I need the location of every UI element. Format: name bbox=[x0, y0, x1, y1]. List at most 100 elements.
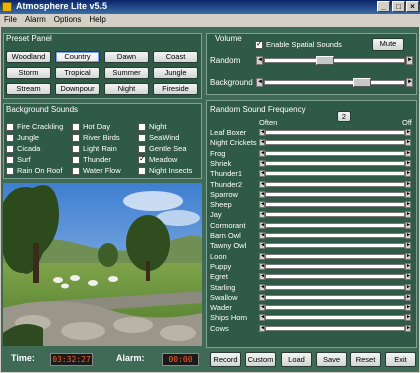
freq-track[interactable] bbox=[265, 294, 405, 300]
random-volume-thumb[interactable] bbox=[316, 56, 334, 65]
freq-track[interactable] bbox=[265, 274, 405, 280]
preset-button-jungle[interactable]: Jungle bbox=[153, 67, 198, 79]
freq-right-arrow[interactable]: ► bbox=[405, 314, 411, 322]
preset-button-stream[interactable]: Stream bbox=[6, 83, 51, 95]
checkbox-box[interactable] bbox=[138, 122, 146, 131]
bg-sound-night[interactable]: Night bbox=[138, 122, 167, 131]
checkbox-box[interactable] bbox=[6, 133, 14, 142]
minimize-button[interactable]: _ bbox=[377, 1, 390, 12]
freq-track[interactable] bbox=[265, 305, 405, 311]
exit-button[interactable]: Exit bbox=[385, 352, 416, 367]
bg-sound-seawind[interactable]: SeaWind bbox=[138, 133, 179, 142]
bg-sound-rain-on-roof[interactable]: Rain On Roof bbox=[6, 166, 62, 175]
background-volume-thumb[interactable] bbox=[353, 78, 371, 87]
background-volume-right-arrow[interactable]: ► bbox=[406, 78, 413, 87]
freq-track[interactable] bbox=[265, 233, 405, 238]
frequency-counter[interactable]: 2 bbox=[337, 111, 351, 122]
freq-right-arrow[interactable]: ► bbox=[405, 201, 411, 209]
preset-button-woodland[interactable]: Woodland bbox=[6, 51, 51, 63]
freq-right-arrow[interactable]: ► bbox=[405, 180, 411, 188]
freq-right-arrow[interactable]: ► bbox=[405, 139, 411, 147]
freq-track[interactable] bbox=[265, 212, 405, 218]
preset-button-dawn[interactable]: Dawn bbox=[104, 51, 149, 63]
preset-button-country[interactable]: Country bbox=[55, 51, 100, 63]
checkbox-box[interactable] bbox=[138, 133, 146, 142]
menu-options[interactable]: Options bbox=[50, 14, 86, 25]
bg-sound-river-birds[interactable]: River Birds bbox=[72, 133, 120, 142]
bg-sound-hot-day[interactable]: Hot Day bbox=[72, 122, 110, 131]
reset-button[interactable]: Reset bbox=[350, 352, 381, 367]
bg-sound-cicada[interactable]: Cicada bbox=[6, 144, 40, 153]
freq-track[interactable] bbox=[265, 202, 405, 208]
bg-sound-night-insects[interactable]: Night Insects bbox=[138, 166, 192, 175]
preset-button-tropical[interactable]: Tropical bbox=[55, 67, 100, 79]
bg-sound-meadow[interactable]: Meadow bbox=[138, 154, 177, 164]
spatial-sounds-checkbox[interactable]: Enable Spatial Sounds bbox=[255, 39, 342, 49]
freq-right-arrow[interactable]: ► bbox=[405, 273, 411, 281]
bg-sound-thunder[interactable]: Thunder bbox=[72, 155, 111, 164]
preset-button-coast[interactable]: Coast bbox=[153, 51, 198, 63]
alarm-display[interactable]: 00:00 bbox=[162, 353, 199, 366]
bg-sound-gentle-sea[interactable]: Gentle Sea bbox=[138, 144, 187, 153]
mute-button[interactable]: Mute bbox=[372, 38, 404, 51]
menu-help[interactable]: Help bbox=[85, 14, 109, 25]
checkbox-box[interactable] bbox=[6, 122, 14, 131]
checkbox-box[interactable] bbox=[72, 133, 80, 142]
checkbox-box[interactable] bbox=[72, 122, 80, 131]
freq-right-arrow[interactable]: ► bbox=[405, 129, 411, 136]
checkbox-box[interactable] bbox=[6, 166, 14, 175]
bg-sound-light-rain[interactable]: Light Rain bbox=[72, 144, 117, 153]
random-volume-left-arrow[interactable]: ◄ bbox=[256, 56, 263, 65]
checkbox-box[interactable] bbox=[138, 144, 146, 153]
checkbox-box[interactable] bbox=[72, 166, 80, 175]
bg-sound-jungle[interactable]: Jungle bbox=[6, 133, 39, 142]
bg-sound-water-flow[interactable]: Water Flow bbox=[72, 166, 121, 175]
freq-track[interactable] bbox=[265, 171, 405, 177]
freq-track[interactable] bbox=[265, 130, 405, 135]
freq-track[interactable] bbox=[265, 253, 405, 259]
save-button[interactable]: Save bbox=[316, 352, 347, 367]
freq-track[interactable] bbox=[265, 243, 405, 249]
bg-sound-surf[interactable]: Surf bbox=[6, 155, 31, 164]
freq-right-arrow[interactable]: ► bbox=[405, 283, 411, 291]
random-volume-track[interactable] bbox=[264, 58, 405, 63]
freq-right-arrow[interactable]: ► bbox=[405, 293, 411, 301]
menu-file[interactable]: File bbox=[0, 14, 21, 25]
freq-right-arrow[interactable]: ► bbox=[405, 190, 411, 198]
freq-right-arrow[interactable]: ► bbox=[405, 262, 411, 270]
freq-track[interactable] bbox=[265, 325, 405, 331]
freq-right-arrow[interactable]: ► bbox=[405, 324, 411, 332]
custom-button[interactable]: Custom bbox=[245, 352, 276, 367]
freq-right-arrow[interactable]: ► bbox=[405, 221, 411, 229]
bg-sound-fire-crackling[interactable]: Fire Crackling bbox=[6, 122, 63, 131]
preset-button-storm[interactable]: Storm bbox=[6, 67, 51, 79]
close-button[interactable]: × bbox=[406, 1, 419, 12]
freq-track[interactable] bbox=[265, 160, 405, 166]
freq-right-arrow[interactable]: ► bbox=[405, 232, 411, 239]
load-button[interactable]: Load bbox=[281, 352, 312, 367]
random-volume-right-arrow[interactable]: ► bbox=[406, 56, 413, 65]
freq-track[interactable] bbox=[265, 263, 405, 269]
freq-track[interactable] bbox=[265, 284, 405, 290]
checkbox-box[interactable] bbox=[6, 144, 14, 153]
freq-track[interactable] bbox=[265, 222, 405, 228]
freq-track[interactable] bbox=[265, 315, 405, 321]
record-button[interactable]: Record bbox=[210, 352, 241, 367]
freq-track[interactable] bbox=[265, 181, 405, 187]
freq-right-arrow[interactable]: ► bbox=[405, 211, 411, 219]
freq-track[interactable] bbox=[265, 140, 405, 146]
preset-button-fireside[interactable]: Fireside bbox=[153, 83, 198, 95]
freq-right-arrow[interactable]: ► bbox=[405, 252, 411, 260]
freq-right-arrow[interactable]: ► bbox=[405, 159, 411, 167]
background-volume-track[interactable] bbox=[264, 80, 405, 85]
freq-track[interactable] bbox=[265, 150, 405, 156]
freq-right-arrow[interactable]: ► bbox=[405, 149, 411, 157]
maximize-button[interactable]: □ bbox=[392, 1, 405, 12]
freq-right-arrow[interactable]: ► bbox=[405, 170, 411, 178]
menu-alarm[interactable]: Alarm bbox=[21, 14, 50, 25]
preset-button-downpour[interactable]: Downpour bbox=[55, 83, 100, 95]
preset-button-night[interactable]: Night bbox=[104, 83, 149, 95]
freq-right-arrow[interactable]: ► bbox=[405, 304, 411, 312]
checkbox-box[interactable] bbox=[138, 154, 146, 164]
background-volume-left-arrow[interactable]: ◄ bbox=[256, 78, 263, 87]
